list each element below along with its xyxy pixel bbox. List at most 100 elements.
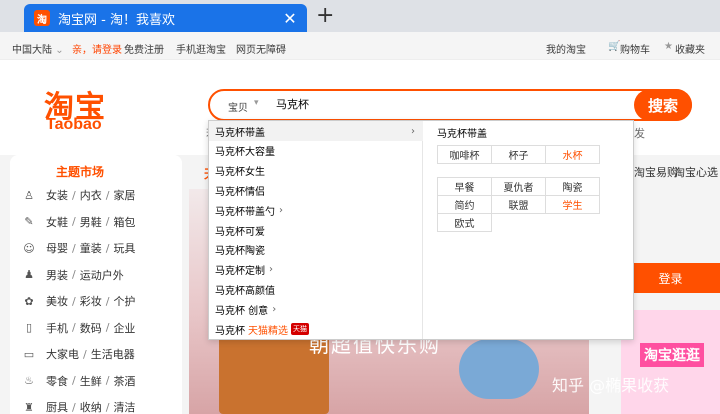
separator: / bbox=[105, 188, 110, 202]
category-link[interactable]: 箱包 bbox=[113, 214, 135, 230]
category-link[interactable]: 茶酒 bbox=[113, 373, 135, 389]
chevron-right-icon: › bbox=[279, 204, 283, 216]
theme-market-row: ✿ 美妆 / 彩妆 / 个护 bbox=[22, 291, 135, 311]
suggestion-item[interactable]: 马克杯高颜值 bbox=[209, 279, 423, 299]
nav-link-taobao-xinxuan[interactable]: 淘宝心选 bbox=[674, 164, 718, 180]
suggestion-label: 马克杯 创意 bbox=[215, 305, 269, 317]
category-link[interactable]: 男装 bbox=[46, 267, 68, 283]
category-link[interactable]: 彩妆 bbox=[80, 293, 102, 309]
category-link[interactable]: 美妆 bbox=[46, 293, 68, 309]
related-tag[interactable]: 陶瓷 bbox=[546, 178, 600, 196]
chevron-right-icon: › bbox=[269, 264, 273, 276]
related-tag[interactable]: 学生 bbox=[546, 196, 600, 214]
category-link[interactable]: 厨具 bbox=[46, 399, 68, 414]
related-tag[interactable]: 夏仇者 bbox=[492, 178, 546, 196]
separator: / bbox=[72, 400, 76, 414]
related-tag[interactable]: 欧式 bbox=[438, 214, 492, 232]
login-button[interactable]: 登录 bbox=[621, 263, 720, 293]
promo-card-title: 淘宝逛逛 bbox=[640, 343, 704, 367]
suggestion-item[interactable]: 马克杯 创意 › bbox=[209, 299, 423, 319]
register-link[interactable]: 免费注册 bbox=[124, 41, 164, 56]
banner-shoe-image bbox=[459, 339, 539, 399]
suggestion-item[interactable]: 马克杯大容量 bbox=[209, 141, 423, 161]
category-link[interactable]: 零食 bbox=[46, 373, 68, 389]
category-link[interactable]: 母婴 bbox=[46, 240, 68, 256]
suggestion-item[interactable]: 马克杯女生 bbox=[209, 161, 423, 181]
related-tag[interactable]: 联盟 bbox=[492, 196, 546, 214]
separator: / bbox=[105, 374, 110, 387]
related-tags-group-2: 早餐 夏仇者 陶瓷简约 联盟 学生欧式 bbox=[437, 177, 600, 232]
suggestion-item[interactable]: 马克杯带盖勺 › bbox=[209, 200, 423, 220]
category-link[interactable]: 个护 bbox=[113, 293, 135, 309]
category-link[interactable]: 童装 bbox=[80, 240, 102, 256]
browser-tabbar: 淘 淘宝网 - 淘！我喜欢 ✕ + bbox=[0, 0, 720, 32]
suggestion-item[interactable]: 马克杯 天猫精选 天猫 bbox=[209, 319, 423, 339]
chevron-right-icon: › bbox=[411, 125, 415, 137]
baby-icon: ☺ bbox=[23, 241, 35, 255]
suggestion-label: 马克杯陶瓷 bbox=[215, 246, 265, 258]
category-link[interactable]: 玩具 bbox=[113, 240, 135, 256]
clothes-icon: ♙ bbox=[24, 188, 34, 202]
cart-link[interactable]: 购物车 bbox=[620, 41, 650, 56]
suggestion-item[interactable]: 马克杯情侣 bbox=[209, 180, 423, 200]
suggestion-item[interactable]: 马克杯定制 › bbox=[209, 260, 423, 280]
category-link[interactable]: 数码 bbox=[80, 320, 102, 336]
suggestion-label: 马克杯带盖勺 bbox=[215, 206, 275, 218]
separator: / bbox=[83, 347, 87, 361]
suggestion-label: 马克杯情侣 bbox=[215, 186, 265, 198]
suggestion-label: 马克杯大容量 bbox=[215, 147, 275, 159]
category-link[interactable]: 女鞋 bbox=[46, 214, 68, 230]
favorites-link[interactable]: 收藏夹 bbox=[675, 41, 705, 56]
theme-market-row: ✎ 女鞋 / 男鞋 / 箱包 bbox=[22, 212, 135, 232]
theme-market-row: ▯ 手机 / 数码 / 企业 bbox=[22, 318, 135, 338]
cart-icon: 🛒 bbox=[608, 41, 621, 52]
category-link[interactable]: 清洁 bbox=[113, 399, 135, 414]
related-tag[interactable]: 咖啡杯 bbox=[438, 146, 492, 164]
zhihu-watermark: 知乎 @椭果收获 bbox=[552, 376, 670, 395]
related-tag[interactable]: 早餐 bbox=[438, 178, 492, 196]
tab-title: 淘宝网 - 淘！我喜欢 bbox=[58, 12, 175, 28]
suggestion-label: 马克杯女生 bbox=[215, 167, 265, 179]
category-link[interactable]: 家居 bbox=[113, 187, 135, 203]
search-category-select[interactable]: 宝贝 bbox=[228, 99, 248, 114]
region-selector[interactable]: 中国大陆 ⌄ bbox=[12, 41, 64, 56]
separator: / bbox=[105, 241, 110, 255]
related-tag[interactable]: 杯子 bbox=[492, 146, 546, 164]
suggestion-item[interactable]: 马克杯可爱 bbox=[209, 220, 423, 240]
category-link[interactable]: 生活电器 bbox=[91, 346, 135, 362]
category-link[interactable]: 运动户外 bbox=[80, 267, 124, 283]
theme-market-title: 主题市场 bbox=[56, 165, 105, 179]
accessibility-link[interactable]: 网页无障碍 bbox=[236, 41, 286, 56]
category-link[interactable]: 收纳 bbox=[80, 399, 102, 414]
related-tags-group-1: 咖啡杯 杯子 水杯 bbox=[437, 145, 600, 164]
phone-icon: ▯ bbox=[25, 321, 33, 334]
category-link[interactable]: 内衣 bbox=[80, 187, 102, 203]
my-taobao-link[interactable]: 我的淘宝 bbox=[546, 41, 586, 56]
separator: / bbox=[72, 241, 76, 255]
close-tab-icon[interactable]: ✕ bbox=[279, 9, 301, 28]
mobile-taobao-link[interactable]: 手机逛淘宝 bbox=[176, 41, 226, 56]
chevron-down-icon: ⌄ bbox=[55, 45, 64, 56]
nav-link-taobao-easybuy[interactable]: 淘宝易购 bbox=[634, 164, 678, 180]
category-link[interactable]: 女装 bbox=[46, 187, 68, 203]
category-link[interactable]: 男鞋 bbox=[80, 214, 102, 230]
category-link[interactable]: 生鲜 bbox=[80, 373, 102, 389]
browser-tab-active[interactable]: 淘 淘宝网 - 淘！我喜欢 ✕ bbox=[24, 4, 307, 32]
login-link[interactable]: 亲，请登录 bbox=[72, 41, 122, 56]
category-link[interactable]: 手机 bbox=[46, 320, 68, 336]
related-tag[interactable]: 简约 bbox=[438, 196, 492, 214]
kitchen-icon: ♜ bbox=[24, 400, 34, 414]
category-link[interactable]: 大家电 bbox=[46, 346, 79, 362]
related-tag[interactable]: 水杯 bbox=[546, 146, 600, 164]
star-icon: ★ bbox=[664, 41, 673, 52]
separator: / bbox=[72, 268, 76, 281]
tshirt-icon: ♟ bbox=[24, 268, 34, 281]
search-input[interactable] bbox=[276, 97, 576, 110]
suggestion-detail-title: 马克杯带盖 bbox=[437, 129, 487, 140]
taobao-favicon-icon: 淘 bbox=[34, 10, 50, 26]
search-button[interactable]: 搜索 bbox=[634, 89, 692, 121]
new-tab-button[interactable]: + bbox=[316, 4, 334, 28]
suggestion-item[interactable]: 马克杯陶瓷 bbox=[209, 240, 423, 260]
suggestion-item[interactable]: 马克杯带盖 › bbox=[209, 121, 423, 141]
category-link[interactable]: 企业 bbox=[113, 320, 135, 336]
